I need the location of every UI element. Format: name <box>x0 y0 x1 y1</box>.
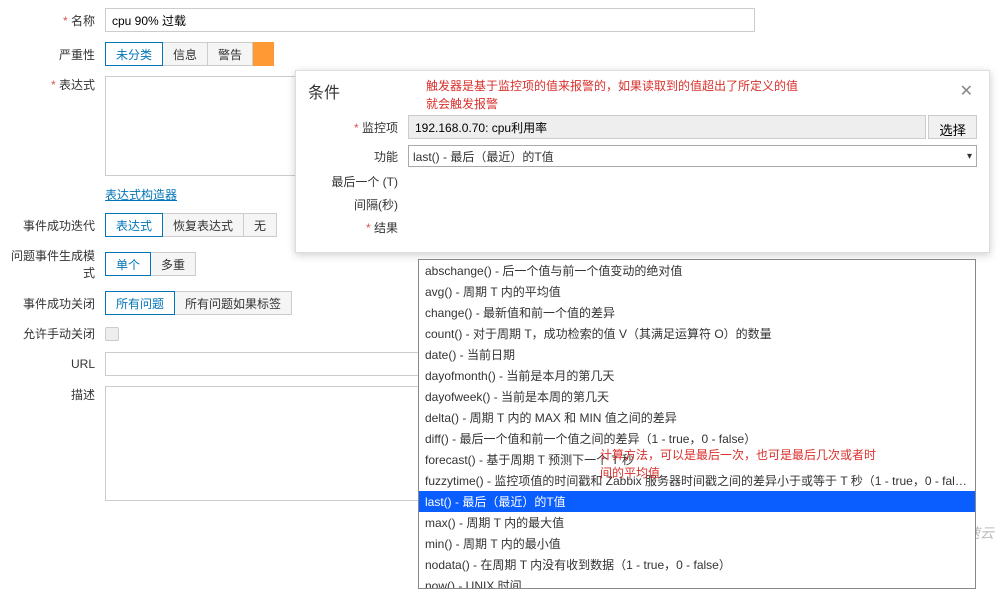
dropdown-item[interactable]: date() - 当前日期 <box>419 344 975 365</box>
severity-info[interactable]: 信息 <box>163 42 208 66</box>
dropdown-item[interactable]: dayofweek() - 当前是本周的第几天 <box>419 386 975 407</box>
expression-area[interactable] <box>105 76 305 176</box>
close-all-tag[interactable]: 所有问题如果标签 <box>175 291 292 315</box>
problem-gen-multi[interactable]: 多重 <box>151 252 196 276</box>
severity-hidden1[interactable] <box>253 42 274 66</box>
desc-label: 描述 <box>10 386 105 403</box>
event-success-iter-label: 事件成功迭代 <box>10 217 105 234</box>
expression-builder-link[interactable]: 表达式构造器 <box>105 186 177 203</box>
dropdown-item[interactable]: last() - 最后（最近）的T值 <box>419 491 975 512</box>
func-dropdown[interactable]: abschange() - 后一个值与前一个值变动的绝对值avg() - 周期 … <box>418 259 976 589</box>
calc-method-annotation: 计算方法，可以是最后一次，也可是最后几次或者时 间的平均值 <box>600 446 960 482</box>
interval-label: 间隔(秒) <box>308 196 408 213</box>
allow-manual-close-label: 允许手动关闭 <box>10 325 105 342</box>
event-iter-expr[interactable]: 表达式 <box>105 213 163 237</box>
func-select[interactable]: last() - 最后（最近）的T值 <box>408 145 977 167</box>
name-label: 名称 <box>10 12 105 29</box>
event-iter-recovery[interactable]: 恢复表达式 <box>163 213 244 237</box>
dropdown-item[interactable]: delta() - 周期 T 内的 MAX 和 MIN 值之间的差异 <box>419 407 975 428</box>
dropdown-item[interactable]: change() - 最新值和前一个值的差异 <box>419 302 975 323</box>
dropdown-item[interactable]: nodata() - 在周期 T 内没有收到数据（1 - true，0 - fa… <box>419 554 975 575</box>
close-icon[interactable]: ✕ <box>956 81 977 101</box>
dialog-title: 条件 <box>308 79 340 103</box>
result-label: 结果 <box>308 219 408 236</box>
event-success-close-group: 所有问题 所有问题如果标签 <box>105 291 292 315</box>
event-success-close-label: 事件成功关闭 <box>10 295 105 312</box>
func-label: 功能 <box>308 148 408 165</box>
name-input[interactable] <box>105 8 755 32</box>
select-button[interactable]: 选择 <box>928 115 977 139</box>
monitor-input[interactable] <box>408 115 926 139</box>
dropdown-item[interactable]: now() - UNIX 时间 <box>419 575 975 589</box>
problem-event-gen-label: 问题事件生成模式 <box>10 247 105 281</box>
problem-gen-single[interactable]: 单个 <box>105 252 151 276</box>
dropdown-item[interactable]: abschange() - 后一个值与前一个值变动的绝对值 <box>419 260 975 281</box>
url-label: URL <box>10 357 105 371</box>
expression-label: 表达式 <box>10 76 105 93</box>
problem-event-gen-group: 单个 多重 <box>105 252 196 276</box>
last-t-label: 最后一个 (T) <box>308 173 408 190</box>
dropdown-item[interactable]: max() - 周期 T 内的最大值 <box>419 512 975 533</box>
dropdown-item[interactable]: count() - 对于周期 T，成功检索的值 V（其满足运算符 O）的数量 <box>419 323 975 344</box>
event-iter-none[interactable]: 无 <box>244 213 277 237</box>
dropdown-item[interactable]: dayofmonth() - 当前是本月的第几天 <box>419 365 975 386</box>
monitor-label: 监控项 <box>308 119 408 136</box>
dropdown-item[interactable]: avg() - 周期 T 内的平均值 <box>419 281 975 302</box>
severity-warning[interactable]: 警告 <box>208 42 253 66</box>
event-success-iter-group: 表达式 恢复表达式 无 <box>105 213 277 237</box>
condition-dialog: 条件 ✕ 触发器是基于监控项的值来报警的，如果读取到的值超出了所定义的值 就会触… <box>295 70 990 253</box>
severity-group: 未分类 信息 警告 <box>105 42 274 66</box>
severity-label: 严重性 <box>10 46 105 63</box>
severity-unclassified[interactable]: 未分类 <box>105 42 163 66</box>
dialog-annotation: 触发器是基于监控项的值来报警的，如果读取到的值超出了所定义的值 就会触发报警 <box>426 77 798 113</box>
dropdown-item[interactable]: min() - 周期 T 内的最小值 <box>419 533 975 554</box>
close-all[interactable]: 所有问题 <box>105 291 175 315</box>
allow-manual-close-checkbox[interactable] <box>105 327 119 341</box>
